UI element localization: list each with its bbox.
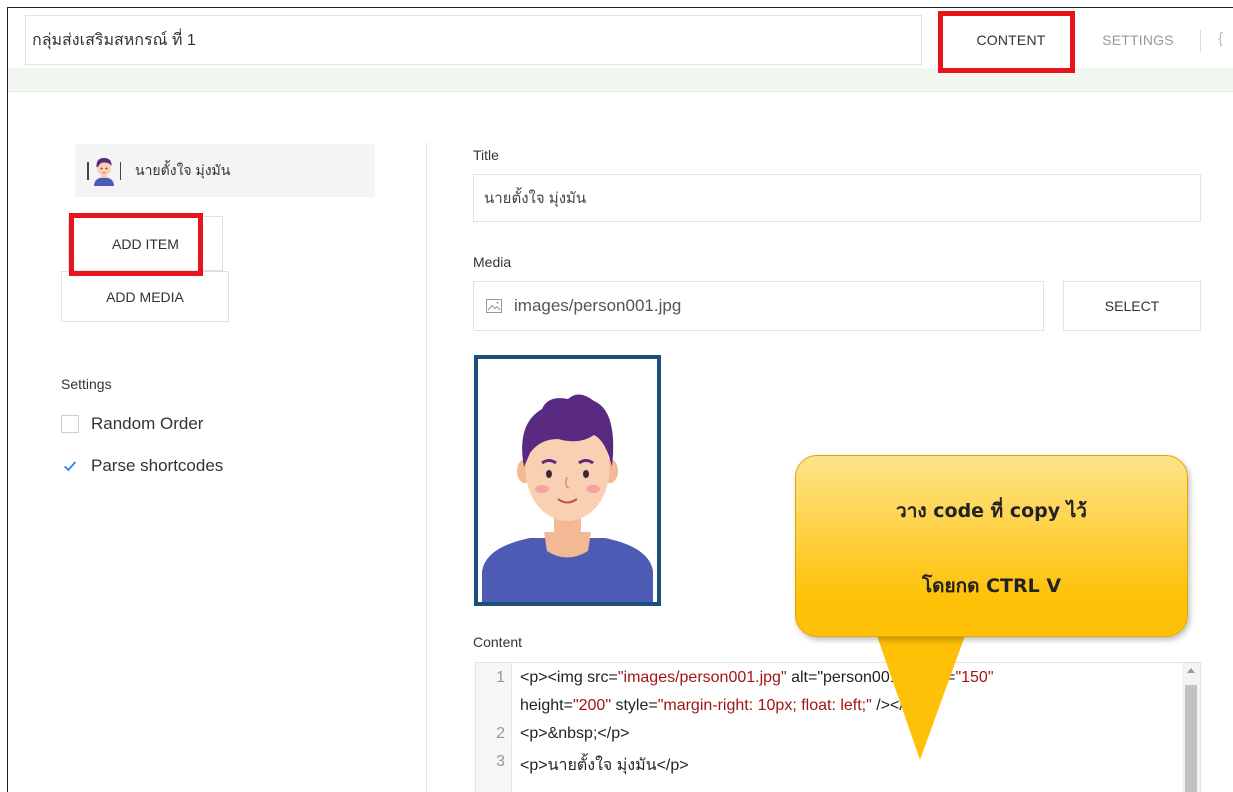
checkmark-icon xyxy=(64,461,77,472)
parse-shortcodes-option[interactable]: Parse shortcodes xyxy=(61,456,223,476)
scroll-thumb[interactable] xyxy=(1185,685,1197,792)
sidebar-item-label: นายตั้งใจ มุ่งมัน xyxy=(135,161,231,178)
module-title: กลุ่มส่งเสริมสหกรณ์ ที่ 1 xyxy=(32,31,196,49)
media-value: images/person001.jpg xyxy=(514,296,682,315)
sidebar-item[interactable]: นายตั้งใจ มุ่งมัน xyxy=(75,144,375,197)
avatar-icon xyxy=(87,154,121,188)
select-button[interactable]: SELECT xyxy=(1063,281,1201,331)
content-label: Content xyxy=(473,634,523,650)
parse-shortcodes-checkbox[interactable] xyxy=(61,457,79,475)
random-order-checkbox[interactable] xyxy=(61,415,79,433)
more-icon[interactable]: { xyxy=(1218,30,1223,47)
app-frame: กลุ่มส่งเสริมสหกรณ์ ที่ 1 CONTENT SETTIN… xyxy=(7,7,1233,792)
scroll-up-icon[interactable] xyxy=(1187,668,1195,673)
instruction-callout xyxy=(795,455,1188,637)
title-label: Title xyxy=(473,147,499,163)
callout-line-2: โดยกด CTRL V xyxy=(921,575,1062,597)
highlight-content-tab xyxy=(938,11,1075,73)
settings-heading: Settings xyxy=(61,376,112,392)
tab-settings[interactable]: SETTINGS xyxy=(1088,15,1188,65)
code-editor[interactable]: 1 2 3 <p><img src="images/person001.jpg"… xyxy=(475,662,1201,792)
title-input[interactable]: นายตั้งใจ มุ่งมัน xyxy=(473,174,1201,222)
callout-line-1: วาง code ที่ copy ไว้ xyxy=(896,500,1087,522)
media-input[interactable]: images/person001.jpg xyxy=(473,281,1044,331)
module-title-field[interactable]: กลุ่มส่งเสริมสหกรณ์ ที่ 1 xyxy=(25,15,922,65)
add-media-button[interactable]: ADD MEDIA xyxy=(61,271,229,322)
media-label: Media xyxy=(473,254,512,270)
line-number: 2 xyxy=(496,725,505,742)
line-number: 1 xyxy=(496,669,505,686)
line-gutter: 1 2 3 xyxy=(476,663,512,792)
code-line: <p>&nbsp;</p> xyxy=(520,725,630,742)
panel-divider xyxy=(426,142,427,792)
random-order-option[interactable]: Random Order xyxy=(61,414,203,434)
code-line: <p><img src="images/person001.jpg" alt="… xyxy=(520,669,994,686)
random-order-label: Random Order xyxy=(91,414,204,433)
code-line: height="200" style="margin-right: 10px; … xyxy=(520,697,923,714)
line-number: 3 xyxy=(496,753,505,770)
editor-scrollbar[interactable] xyxy=(1182,663,1200,792)
code-line: <p>นายตั้งใจ มุ่งมัน</p> xyxy=(520,757,689,774)
parse-shortcodes-label: Parse shortcodes xyxy=(91,456,224,475)
title-value: นายตั้งใจ มุ่งมัน xyxy=(484,190,587,207)
tab-separator xyxy=(1200,30,1201,52)
media-preview-image xyxy=(474,355,661,606)
highlight-add-item xyxy=(69,213,203,276)
image-icon xyxy=(486,299,502,313)
